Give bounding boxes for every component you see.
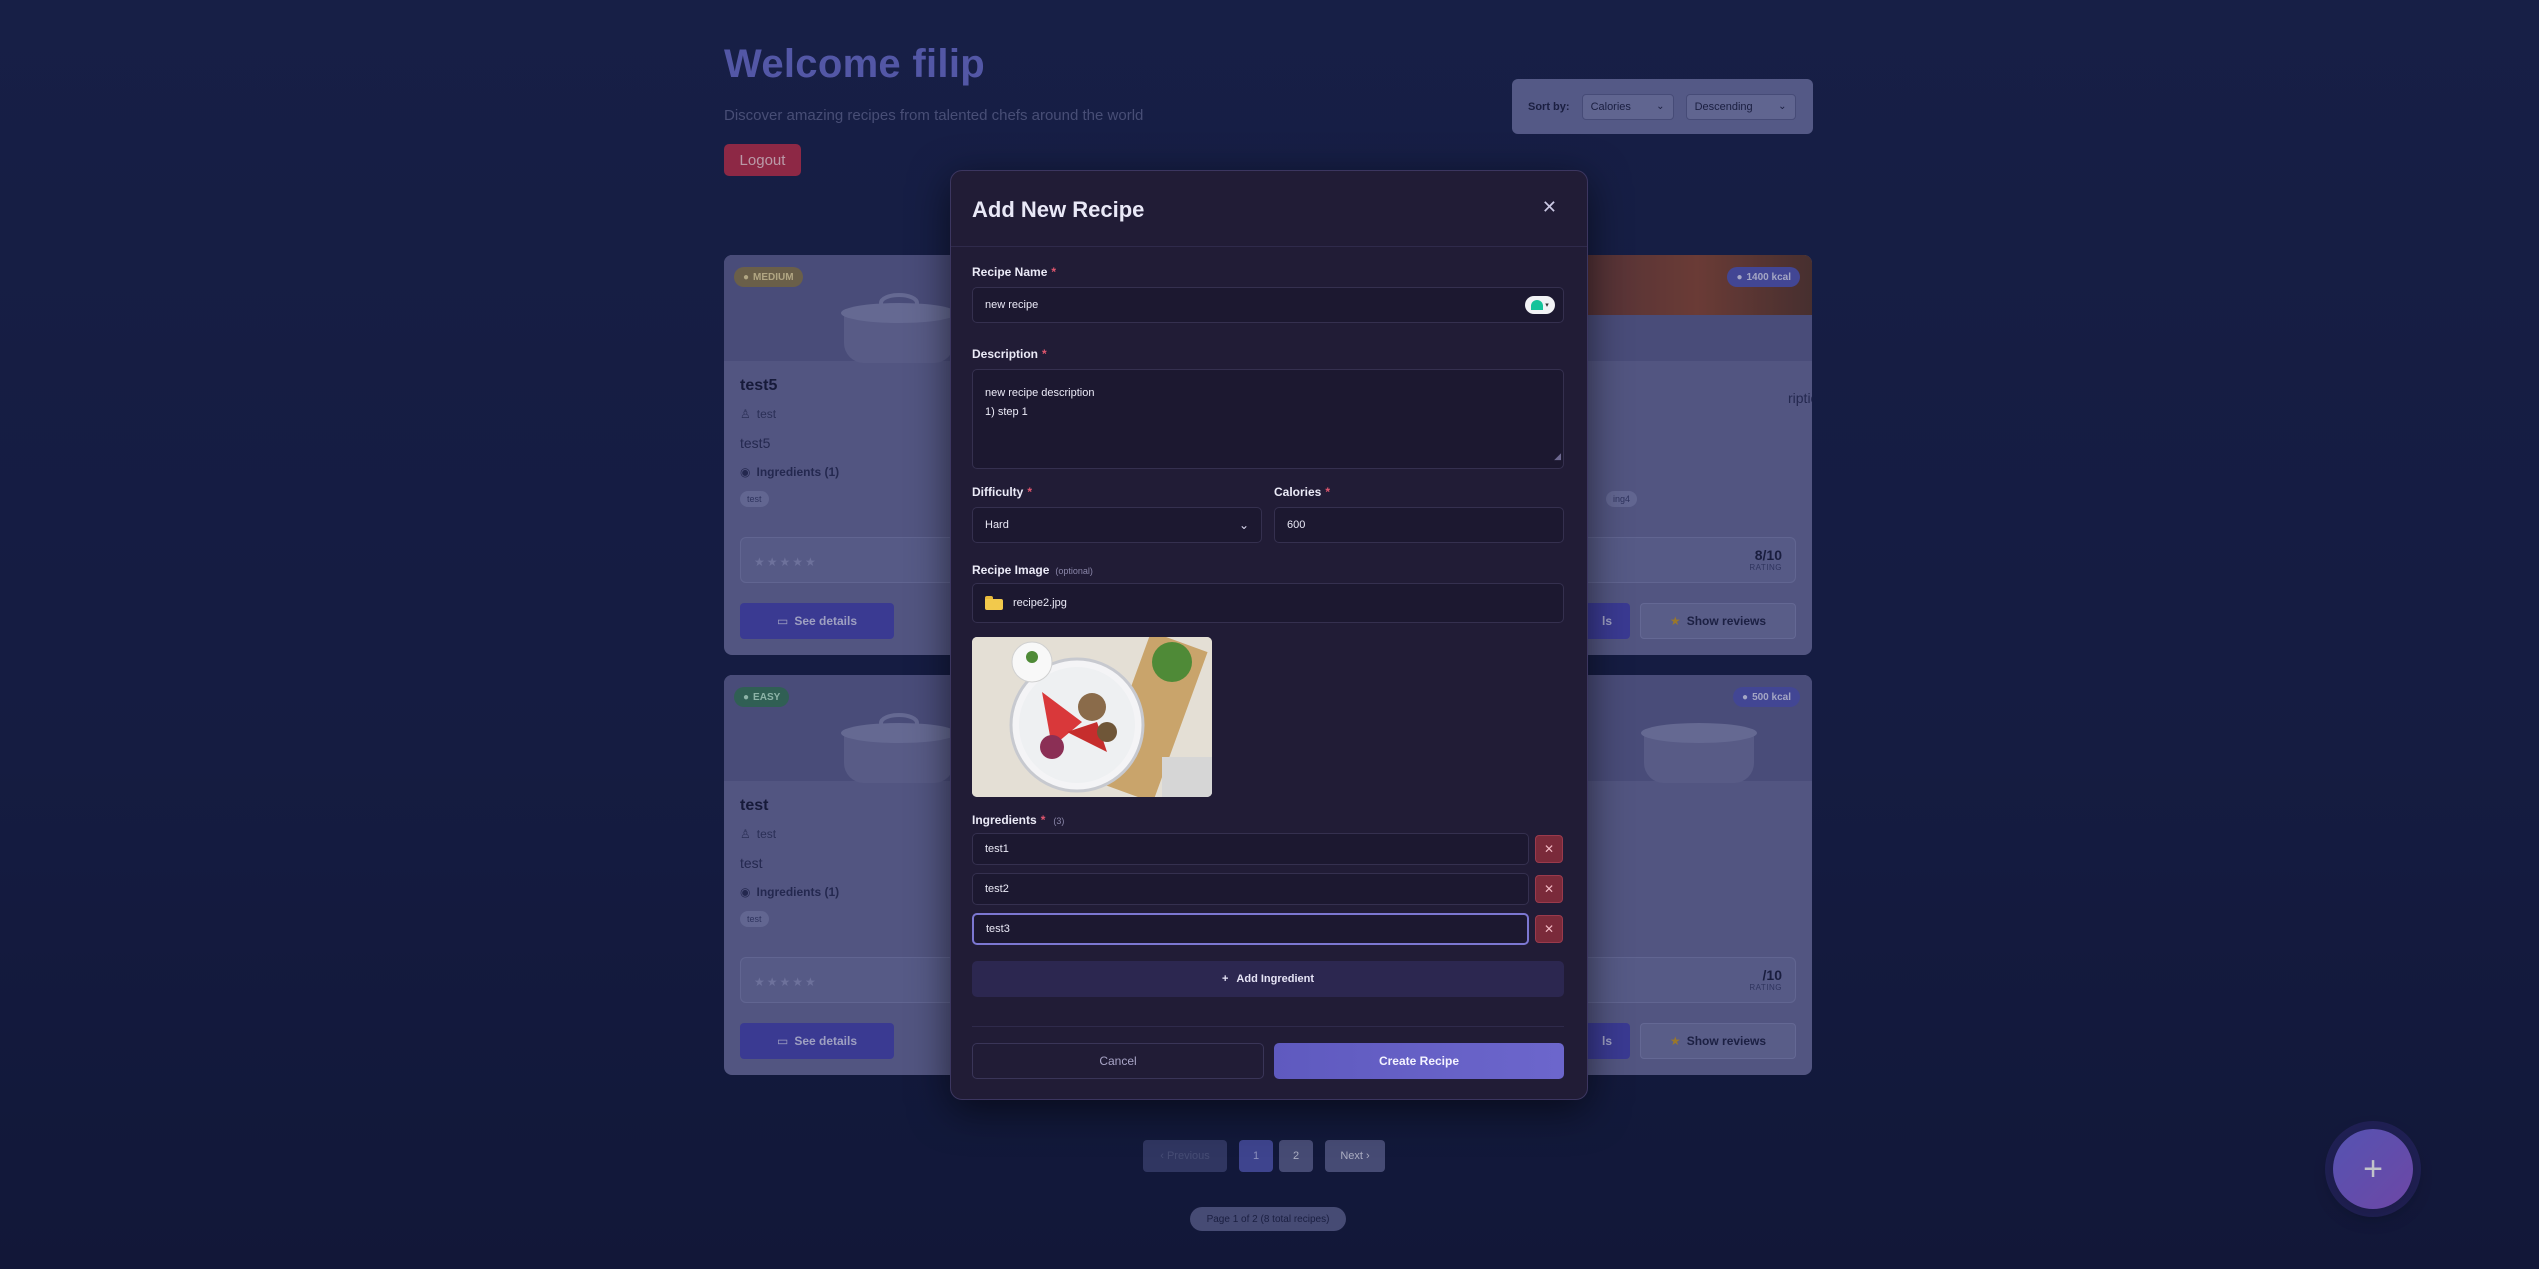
create-recipe-button[interactable]: Create Recipe <box>1274 1043 1564 1079</box>
image-file-input[interactable]: recipe2.jpg <box>972 583 1564 623</box>
ingredients-label: Ingredients * (3) <box>972 813 1065 827</box>
difficulty-label: Difficulty * <box>972 485 1033 499</box>
difficulty-select[interactable]: Hard ⌄ <box>972 507 1262 543</box>
ingredient-input[interactable]: test3 <box>972 913 1529 945</box>
description-textarea[interactable]: new recipe description 1) step 1 ◢ <box>972 369 1564 469</box>
recipe-name-label: Recipe Name * <box>972 265 1057 279</box>
ingredient-input[interactable]: test2 <box>972 873 1529 905</box>
close-icon: ✕ <box>1543 842 1555 856</box>
calories-label: Calories * <box>1274 485 1331 499</box>
close-icon: ✕ <box>1543 922 1555 936</box>
calories-input[interactable]: 600 <box>1274 507 1564 543</box>
modal-header: Add New Recipe ✕ <box>951 171 1587 247</box>
remove-ingredient-button[interactable]: ✕ <box>1535 835 1563 863</box>
modal-title: Add New Recipe <box>972 197 1145 222</box>
food-image <box>972 637 1212 797</box>
cancel-button[interactable]: Cancel <box>972 1043 1264 1079</box>
resize-handle-icon[interactable]: ◢ <box>1554 447 1561 466</box>
folder-icon <box>985 596 1003 610</box>
recipe-image-label: Recipe Image (optional) <box>972 563 1093 577</box>
add-ingredient-button[interactable]: + Add Ingredient <box>972 961 1564 997</box>
close-icon[interactable]: ✕ <box>1542 197 1557 218</box>
footer-divider <box>972 1026 1564 1027</box>
remove-ingredient-button[interactable]: ✕ <box>1535 875 1563 903</box>
add-recipe-modal: Add New Recipe ✕ Recipe Name * new recipe… <box>950 170 1588 1100</box>
image-preview <box>972 637 1212 797</box>
chevron-down-icon: ⌄ <box>1238 518 1249 532</box>
plus-icon: + <box>1221 973 1229 985</box>
ingredient-input[interactable]: test1 <box>972 833 1529 865</box>
description-label: Description * <box>972 347 1047 361</box>
grammarly-icon[interactable]: ▾ <box>1525 296 1555 314</box>
close-icon: ✕ <box>1543 882 1555 896</box>
recipe-name-input[interactable]: new recipe ▾ <box>972 287 1564 323</box>
remove-ingredient-button[interactable]: ✕ <box>1535 915 1563 943</box>
